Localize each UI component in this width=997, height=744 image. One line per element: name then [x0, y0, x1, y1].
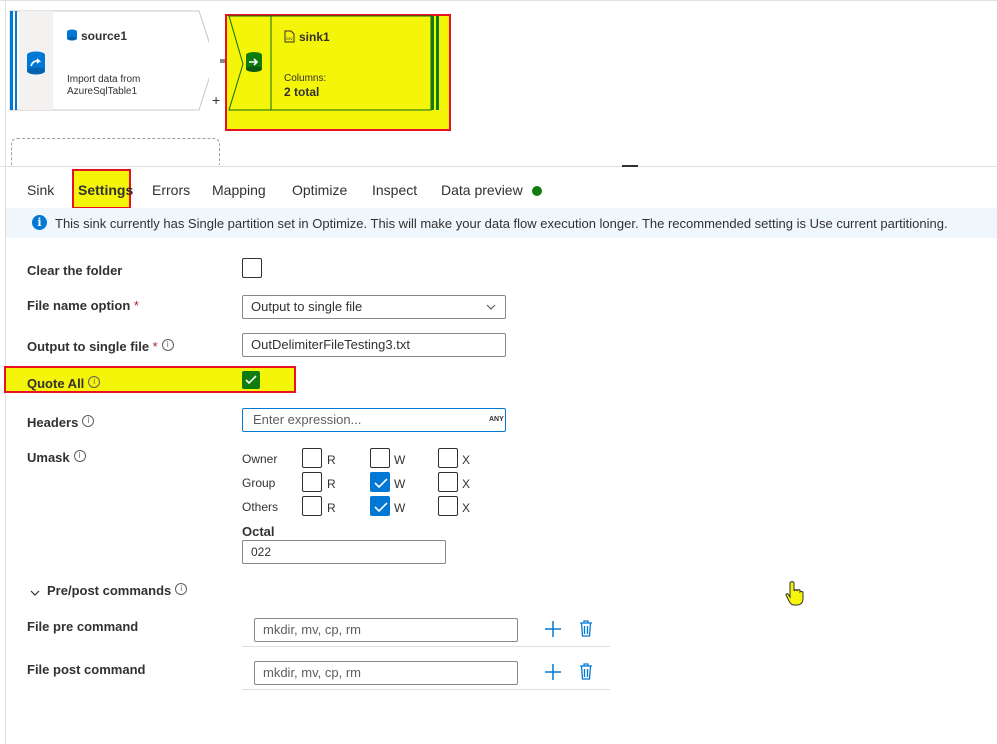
tab-data-preview[interactable]: Data preview	[441, 182, 523, 198]
add-transformation-button[interactable]: +	[212, 92, 220, 108]
sink-columns-value: 2 total	[284, 85, 320, 99]
headers-label: Headers i	[27, 415, 95, 430]
panel-resize-handle[interactable]	[622, 165, 638, 167]
prepost-label-text: Pre/post commands	[47, 583, 172, 598]
col-r-label: R	[327, 501, 336, 515]
file-name-option-value: Output to single file	[251, 299, 363, 314]
umask-row-others-label: Others	[242, 500, 279, 514]
sink-node-title: sink1	[299, 30, 330, 44]
group-x-checkbox[interactable]	[438, 472, 458, 492]
file-name-option-dropdown[interactable]: Output to single file	[242, 295, 506, 319]
col-x-label: X	[462, 453, 471, 467]
group-r-checkbox[interactable]	[302, 472, 322, 492]
file-post-command-input[interactable]: mkdir, mv, cp, rm	[254, 661, 518, 685]
checkmark-icon	[374, 502, 388, 513]
headers-placeholder: Enter expression...	[253, 412, 362, 427]
others-w-checkbox[interactable]	[370, 496, 390, 516]
clear-folder-checkbox[interactable]	[242, 258, 262, 278]
delete-icon[interactable]	[579, 620, 593, 640]
info-tooltip-icon[interactable]: i	[82, 415, 95, 427]
status-dot-icon	[532, 186, 542, 196]
required-marker: *	[133, 298, 139, 313]
add-icon[interactable]	[544, 663, 562, 684]
file-name-option-label: File name option *	[27, 298, 139, 313]
others-x-checkbox[interactable]	[438, 496, 458, 516]
col-x-label: X	[462, 477, 471, 491]
clear-folder-label: Clear the folder	[27, 263, 123, 278]
info-tooltip-icon[interactable]: i	[175, 583, 188, 595]
canvas-divider	[0, 166, 997, 167]
info-message-text: This sink currently has Single partition…	[55, 216, 948, 231]
quote-all-label: Quote All i	[27, 376, 101, 391]
umask-row-owner-label: Owner	[242, 452, 278, 466]
owner-x-checkbox[interactable]	[438, 448, 458, 468]
hand-cursor-icon	[785, 580, 805, 609]
col-r-label: R	[327, 477, 336, 491]
source-transform-icon	[25, 51, 47, 78]
owner-r-checkbox[interactable]	[302, 448, 322, 468]
type-badge: ANY	[489, 416, 504, 423]
col-w-label: W	[394, 477, 406, 491]
checkmark-icon	[245, 375, 257, 385]
file-post-command-label: File post command	[27, 662, 146, 677]
tab-errors[interactable]: Errors	[152, 182, 190, 198]
info-tooltip-icon[interactable]: i	[73, 450, 86, 462]
sql-icon	[66, 29, 78, 44]
umask-label-text: Umask	[27, 450, 70, 465]
tab-settings[interactable]: Settings	[78, 182, 133, 198]
file-name-option-label-text: File name option	[27, 298, 131, 313]
required-marker: *	[152, 339, 158, 354]
sink-file-icon: csv	[284, 30, 295, 46]
tab-optimize[interactable]: Optimize	[292, 182, 347, 198]
tab-sink[interactable]: Sink	[27, 182, 54, 198]
sink-transform-icon	[245, 52, 263, 75]
row-divider	[242, 689, 610, 690]
owner-w-checkbox[interactable]	[370, 448, 390, 468]
checkmark-icon	[374, 478, 388, 489]
col-x-label: X	[462, 501, 471, 515]
sink1-node[interactable]: csv sink1 Columns: 2 total	[225, 14, 451, 131]
delete-icon[interactable]	[579, 663, 593, 683]
group-w-checkbox[interactable]	[370, 472, 390, 492]
row-divider	[242, 646, 610, 647]
info-tooltip-icon[interactable]: i	[88, 376, 101, 388]
add-source-placeholder[interactable]	[11, 138, 220, 165]
file-pre-command-input[interactable]: mkdir, mv, cp, rm	[254, 618, 518, 642]
svg-text:csv: csv	[286, 36, 293, 41]
umask-label: Umask i	[27, 450, 86, 465]
col-w-label: W	[394, 501, 406, 515]
col-r-label: R	[327, 453, 336, 467]
output-single-file-input[interactable]: OutDelimiterFileTesting3.txt	[242, 333, 506, 357]
file-pre-placeholder: mkdir, mv, cp, rm	[263, 622, 361, 637]
file-pre-command-label: File pre command	[27, 619, 139, 634]
octal-input[interactable]: 022	[242, 540, 446, 564]
chevron-down-icon[interactable]	[30, 585, 40, 600]
tab-inspect[interactable]: Inspect	[372, 182, 417, 198]
info-tooltip-icon[interactable]: i	[161, 339, 174, 351]
headers-label-text: Headers	[27, 415, 79, 430]
output-single-file-label-text: Output to single file	[27, 339, 150, 354]
tab-mapping[interactable]: Mapping	[212, 182, 266, 198]
others-r-checkbox[interactable]	[302, 496, 322, 516]
source-node-desc-line1: Import data from	[67, 74, 141, 85]
umask-row-group-label: Group	[242, 476, 276, 490]
source-node-title: source1	[81, 29, 128, 43]
source1-node[interactable]: source1 Import data from AzureSqlTable1	[9, 10, 209, 111]
source-node-desc-line2: AzureSqlTable1	[67, 86, 138, 97]
output-single-file-label: Output to single file * i	[27, 339, 174, 354]
sink-columns-label: Columns:	[284, 73, 327, 84]
col-w-label: W	[394, 453, 406, 467]
quote-all-checkbox[interactable]	[242, 371, 260, 389]
prepost-section-header[interactable]: Pre/post commands i	[47, 583, 188, 598]
quote-all-label-text: Quote All	[27, 376, 85, 391]
chevron-down-icon	[486, 304, 496, 310]
add-icon[interactable]	[544, 620, 562, 641]
headers-expression-input[interactable]: Enter expression... ANY	[242, 408, 506, 432]
octal-label: Octal	[242, 524, 275, 539]
info-icon: i	[32, 215, 47, 230]
file-post-placeholder: mkdir, mv, cp, rm	[263, 665, 361, 680]
